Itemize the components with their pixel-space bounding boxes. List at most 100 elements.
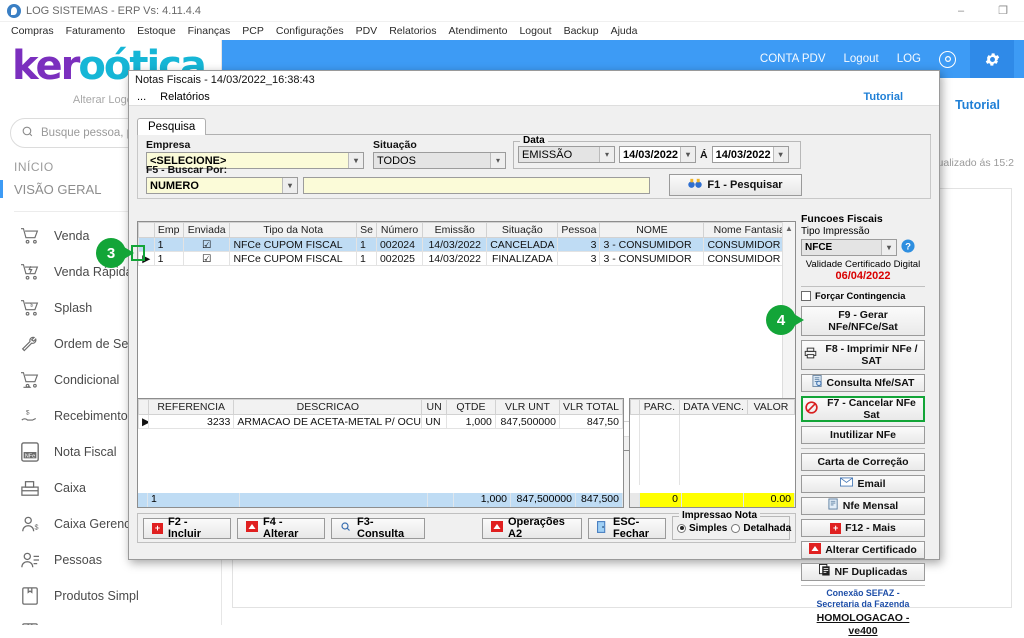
minimize-button[interactable]: – bbox=[940, 0, 982, 22]
menu-dots[interactable]: ... bbox=[137, 91, 146, 103]
alterar-button[interactable]: F4 - Alterar bbox=[237, 516, 325, 540]
detail-col-marker[interactable] bbox=[138, 399, 149, 415]
notas-grid-table: Emp Enviada Tipo da Nota Se Número Emissão Sit… bbox=[138, 222, 795, 266]
grid-col-emp[interactable]: Emp bbox=[153, 222, 184, 238]
red-triangle-icon bbox=[246, 521, 258, 535]
chevron-down-icon[interactable]: ▾ bbox=[599, 147, 614, 162]
imprimir-nfe-button[interactable]: F8 - Imprimir NFe / SAT bbox=[801, 340, 925, 370]
consulta-nfe-label: Consulta Nfe/SAT bbox=[826, 376, 915, 389]
detail-col-vlr-unt[interactable]: VLR UNT bbox=[494, 399, 560, 415]
incluir-button[interactable]: + F2 - Incluir bbox=[143, 516, 231, 540]
pesquisar-button[interactable]: F1 - Pesquisar bbox=[669, 174, 802, 196]
f12-mais-button[interactable]: + F12 - Mais bbox=[801, 519, 925, 537]
erp-menu-item-configuraes[interactable]: Configurações bbox=[270, 25, 350, 37]
grid-col-nome-fantasia[interactable]: Nome Fantasia bbox=[703, 222, 795, 238]
erp-menu-item-pdv[interactable]: PDV bbox=[350, 25, 384, 37]
consulta-nfe-button[interactable]: Consulta Nfe/SAT bbox=[801, 374, 925, 392]
grid-col-marker[interactable] bbox=[138, 222, 155, 238]
detail-col-qtde[interactable]: QTDE bbox=[445, 399, 496, 415]
erp-menu-item-logout[interactable]: Logout bbox=[513, 25, 557, 37]
chevron-down-icon[interactable]: ▾ bbox=[680, 147, 695, 162]
inutilizar-nfe-button[interactable]: Inutilizar NFe bbox=[801, 426, 925, 444]
printer-icon bbox=[804, 347, 817, 362]
grid-col-enviada[interactable]: Enviada bbox=[182, 222, 231, 238]
grid-col-tipo-da-nota[interactable]: Tipo da Nota bbox=[229, 222, 358, 238]
updated-text: Atualizado ás 15:2 bbox=[927, 157, 1014, 169]
buscar-por-select[interactable]: NUMERO ▾ bbox=[146, 177, 298, 194]
erp-menu-item-atendimento[interactable]: Atendimento bbox=[442, 25, 513, 37]
help-question-icon[interactable]: ? bbox=[901, 239, 915, 256]
erp-menu-item-pcp[interactable]: PCP bbox=[236, 25, 270, 37]
chevron-down-icon[interactable]: ▾ bbox=[772, 147, 788, 162]
sidebar-item-produtos-simpl[interactable]: Produtos Simpl bbox=[0, 578, 221, 614]
tutorial-link-main[interactable]: Tutorial bbox=[955, 98, 1000, 112]
erp-menu-item-compras[interactable]: Compras bbox=[5, 25, 60, 37]
chevron-down-icon[interactable]: ▾ bbox=[282, 178, 297, 193]
erp-menu-item-estoque[interactable]: Estoque bbox=[131, 25, 182, 37]
chevron-down-icon[interactable]: ▾ bbox=[881, 240, 896, 255]
user-avatar-icon[interactable] bbox=[939, 50, 956, 68]
erp-menu-item-faturamento[interactable]: Faturamento bbox=[60, 25, 132, 37]
table-row[interactable]: 1 ☑ NFCe CUPOM FISCAL 1 002024 14/03/2022 CANC… bbox=[138, 237, 795, 252]
cancelar-nfe-button[interactable]: F7 - Cancelar NFe Sat bbox=[801, 396, 925, 422]
gear-icon[interactable] bbox=[970, 40, 1014, 78]
conta-pdv-link[interactable]: CONTA PDV bbox=[760, 53, 826, 65]
data-de-input[interactable]: 14/03/2022 ▾ bbox=[619, 146, 696, 163]
forcar-contingencia-checkbox[interactable]: Forçar Contingencia bbox=[801, 291, 925, 301]
parcelas-col-valor[interactable]: VALOR bbox=[746, 399, 796, 415]
consulta-button[interactable]: F3-Consulta bbox=[331, 516, 425, 540]
parcelas-col-marker[interactable] bbox=[630, 399, 640, 415]
carta-correcao-button[interactable]: Carta de Correção bbox=[801, 453, 925, 471]
alterar-certificado-button[interactable]: Alterar Certificado bbox=[801, 541, 925, 559]
menu-item-relatorios[interactable]: Relatórios bbox=[160, 91, 210, 103]
gerar-nfe-button[interactable]: F9 - Gerar NFe/NFCe/Sat bbox=[801, 306, 925, 336]
table-row[interactable]: ▶ 1 ☑ NFCe CUPOM FISCAL 1 002025 14/03/2022 FIN… bbox=[138, 251, 795, 266]
tutorial-link-window[interactable]: Tutorial bbox=[863, 91, 903, 103]
grid-col-n-mero[interactable]: Número bbox=[375, 222, 424, 238]
sidebar-item-label: Produtos Simpl bbox=[54, 589, 139, 603]
radio-detalhada[interactable]: Detalhada bbox=[731, 523, 791, 534]
erp-menu-item-ajuda[interactable]: Ajuda bbox=[605, 25, 644, 37]
cart-return-icon bbox=[18, 369, 42, 391]
search-icon bbox=[21, 125, 34, 141]
detail-col-un[interactable]: UN bbox=[421, 399, 447, 415]
data-tipo-select[interactable]: EMISSÃO ▾ bbox=[518, 146, 615, 163]
radio-simples[interactable]: Simples bbox=[677, 523, 727, 534]
grid-col-situa-o[interactable]: Situação bbox=[486, 222, 559, 238]
detail-row[interactable]: ▶3233ARMACAO DE ACETA-METAL P/ OCULOS JI… bbox=[138, 414, 624, 429]
buscar-texto-input[interactable] bbox=[303, 177, 650, 194]
sidebar-item-label: Recebimento bbox=[54, 409, 128, 423]
nfe-mensal-button[interactable]: Nfe Mensal bbox=[801, 497, 925, 515]
detail-col-referencia[interactable]: REFERENCIA bbox=[147, 399, 235, 415]
detail-col-vlr-total[interactable]: VLR TOTAL bbox=[558, 399, 624, 415]
sidebar-item-produtos[interactable]: Produtos bbox=[0, 614, 221, 625]
parcelas-grid[interactable]: PARC. DATA VENC. VALOR 0 0.00 bbox=[629, 398, 796, 508]
data-ate-input[interactable]: 14/03/2022 ▾ bbox=[711, 146, 789, 163]
carta-correcao-label: Carta de Correção bbox=[817, 455, 909, 468]
parcelas-col-data-venc-[interactable]: DATA VENC. bbox=[679, 399, 748, 415]
log-link[interactable]: LOG bbox=[897, 53, 921, 65]
parcelas-col-parc-[interactable]: PARC. bbox=[638, 399, 681, 415]
detail-items-grid[interactable]: REFERENCIA DESCRICAO UN QTDE VLR UNT VLR TOTA… bbox=[137, 398, 624, 508]
grid-col-pessoa[interactable]: Pessoa bbox=[557, 222, 601, 238]
cell-nome: 3 - CONSUMIDOR bbox=[599, 251, 705, 266]
document-search-icon bbox=[812, 375, 823, 390]
erp-menu-item-finanas[interactable]: Finanças bbox=[182, 25, 237, 37]
tab-pesquisa[interactable]: Pesquisa bbox=[137, 118, 207, 135]
fechar-button[interactable]: ESC-Fechar bbox=[588, 516, 666, 540]
restore-button[interactable]: ❐ bbox=[982, 0, 1024, 22]
pesquisar-label: F1 - Pesquisar bbox=[707, 179, 783, 191]
grid-col-nome[interactable]: NOME bbox=[599, 222, 705, 238]
operacoes-button[interactable]: Operações A2 bbox=[482, 516, 582, 540]
tipo-impressao-select[interactable]: NFCE ▾ bbox=[801, 239, 897, 256]
cell-pessoa: 3 bbox=[557, 251, 601, 266]
email-button[interactable]: Email bbox=[801, 475, 925, 493]
erp-menu-item-relatorios[interactable]: Relatorios bbox=[383, 25, 442, 37]
erp-menu-item-backup[interactable]: Backup bbox=[558, 25, 605, 37]
nf-duplicadas-button[interactable]: NF Duplicadas bbox=[801, 563, 925, 581]
grid-col-emiss-o[interactable]: Emissão bbox=[422, 222, 488, 238]
grid-col-se[interactable]: Se bbox=[356, 222, 377, 238]
red-triangle-icon bbox=[809, 542, 822, 557]
detail-col-descricao[interactable]: DESCRICAO bbox=[233, 399, 423, 415]
logout-link[interactable]: Logout bbox=[844, 53, 879, 65]
